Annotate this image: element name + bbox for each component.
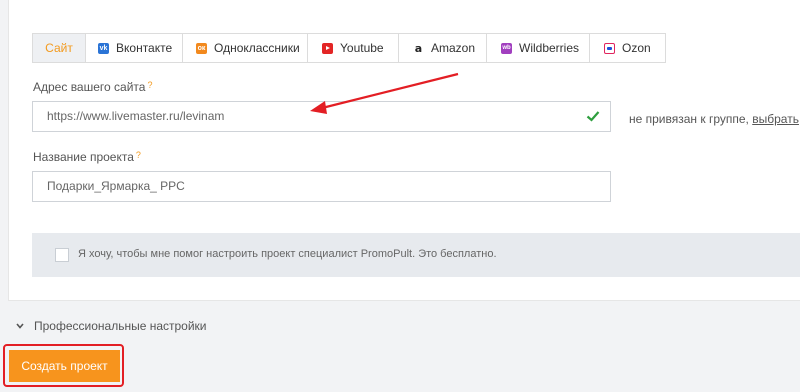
site-address-label: Адрес вашего сайта? (33, 80, 152, 94)
project-name-value: Подарки_Ярмарка_ PPC (47, 179, 185, 193)
tab-odnoklassniki[interactable]: ок Одноклассники (182, 33, 308, 63)
tab-vkontakte[interactable]: vk Вконтакте (85, 33, 183, 63)
youtube-icon (322, 42, 333, 54)
tab-amazon[interactable]: a Amazon (398, 33, 487, 63)
specialist-help-text: Я хочу, чтобы мне помог настроить проект… (78, 248, 497, 260)
site-url-value: https://www.livemaster.ru/levinam (47, 109, 225, 123)
tab-site[interactable]: Сайт (32, 33, 86, 63)
project-name-input[interactable]: Подарки_Ярмарка_ PPC (32, 171, 611, 202)
tab-label: Одноклассники (214, 41, 300, 55)
wildberries-icon: wb (501, 42, 512, 54)
specialist-help-panel: Я хочу, чтобы мне помог настроить проект… (32, 233, 800, 277)
site-address-label-text: Адрес вашего сайта (33, 80, 146, 94)
create-project-button[interactable]: Создать проект (9, 350, 120, 382)
tab-label: Wildberries (519, 41, 580, 55)
site-url-input[interactable]: https://www.livemaster.ru/levinam (32, 101, 611, 132)
tab-label: Amazon (431, 41, 476, 55)
pro-settings-label: Профессиональные настройки (34, 319, 207, 333)
project-name-label-text: Название проекта (33, 150, 134, 164)
tab-label: Сайт (45, 41, 73, 55)
choose-group-link[interactable]: выбрать (752, 112, 799, 126)
source-tabs: Сайт vk Вконтакте ок Одноклассники Youtu… (32, 33, 666, 63)
group-binding-text: не привязан к группе, (629, 112, 753, 126)
tab-label: Вконтакте (116, 41, 173, 55)
help-icon[interactable]: ? (147, 80, 152, 90)
chevron-down-icon (16, 323, 24, 329)
group-binding-note: не привязан к группе, выбрать (629, 112, 799, 126)
tab-ozon[interactable]: Ozon (589, 33, 666, 63)
tab-label: Ozon (622, 41, 651, 55)
help-icon[interactable]: ? (136, 150, 141, 160)
project-name-label: Название проекта? (33, 150, 141, 164)
amazon-icon: a (414, 41, 423, 55)
tab-youtube[interactable]: Youtube (307, 33, 399, 63)
tab-label: Youtube (340, 41, 384, 55)
vk-icon: vk (98, 42, 109, 54)
odnoklassniki-icon: ок (196, 42, 207, 54)
tab-wildberries[interactable]: wb Wildberries (486, 33, 590, 63)
create-project-label: Создать проект (21, 359, 108, 373)
specialist-help-checkbox[interactable] (55, 248, 69, 262)
pro-settings-toggle[interactable]: Профессиональные настройки (16, 319, 207, 333)
ozon-icon (604, 42, 615, 54)
checkmark-icon (586, 111, 600, 122)
